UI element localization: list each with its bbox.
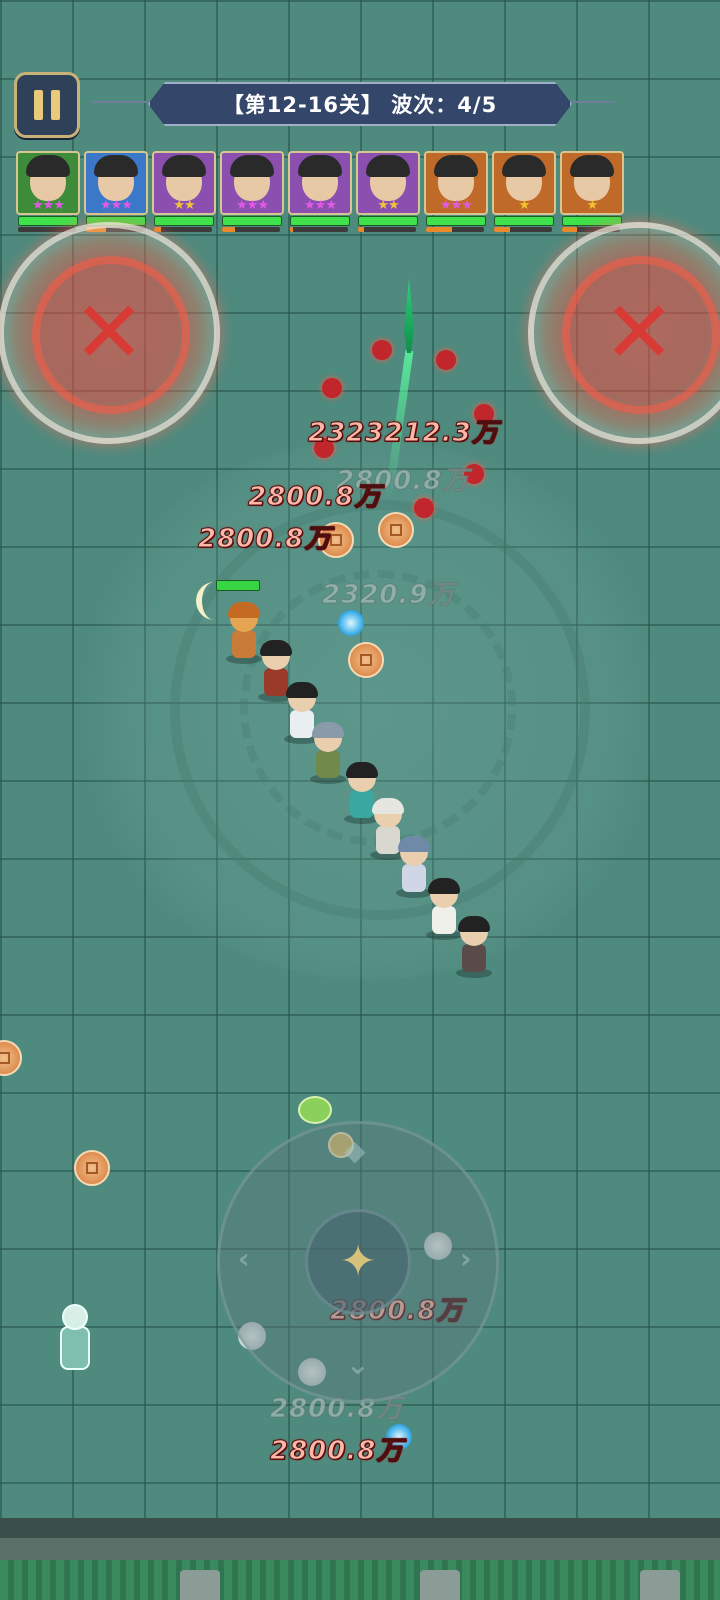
chevron-right-icon: › <box>460 1242 472 1275</box>
pause-icon <box>51 90 60 120</box>
hero-slot: ★ <box>560 151 624 235</box>
hero-energy-fill <box>358 227 364 232</box>
hero-energy-bar <box>426 227 484 232</box>
hero-portrait: ★★★ <box>220 151 284 215</box>
hero-portrait: ★ <box>560 151 624 215</box>
hero-energy-fill <box>290 227 294 232</box>
leader-hp-bar <box>216 580 260 591</box>
copper-coin-icon <box>74 1150 110 1186</box>
banner-ornament-right <box>564 101 614 103</box>
x-mark-icon: ✕ <box>72 283 146 383</box>
hero-hp-bar <box>290 216 350 226</box>
hero-portrait: ★★ <box>152 151 216 215</box>
level-wave-banner: 【第12-16关】 波次：4/5 <box>148 82 572 126</box>
hero-hair <box>298 155 342 177</box>
hero-hair <box>230 155 274 177</box>
hero-hp-bar <box>494 216 554 226</box>
enemy-bomb <box>322 378 342 398</box>
danger-zone: ✕ <box>528 222 720 444</box>
hero-portrait: ★ <box>492 151 556 215</box>
hero-hp-bar <box>18 216 78 226</box>
hero-portrait: ★★ <box>356 151 420 215</box>
hero-slot: ★★★ <box>288 151 352 235</box>
star-rating-icon: ★★ <box>173 198 195 213</box>
hero-slot: ★★★ <box>424 151 488 235</box>
hero-hp-bar <box>426 216 486 226</box>
hero-hair <box>502 155 546 177</box>
danger-zone: ✕ <box>0 222 220 444</box>
hero-hair <box>94 155 138 177</box>
star-rating-icon: ★ <box>586 198 599 213</box>
star-rating-icon: ★★★ <box>32 198 65 213</box>
hero-hair <box>434 155 478 177</box>
hero-energy-fill <box>426 227 453 232</box>
wall-pillar <box>420 1570 460 1600</box>
joystick-knob[interactable]: ✦ <box>305 1209 411 1315</box>
level-wave-label: 【第12-16关】 波次：4/5 <box>222 93 498 117</box>
star-rating-icon: ★★★ <box>236 198 269 213</box>
copper-coin-icon <box>378 512 414 548</box>
x-mark-icon: ✕ <box>602 283 676 383</box>
star-rating-icon: ★ <box>518 198 531 213</box>
damage-number: 2800.8万 <box>197 524 332 555</box>
hero-slot: ★★ <box>356 151 420 235</box>
wall-pillar <box>640 1570 680 1600</box>
chevron-left-icon: ‹ <box>238 1242 250 1275</box>
copper-coin-icon <box>348 642 384 678</box>
hero-hp-bar <box>358 216 418 226</box>
hero-portrait: ★★★ <box>16 151 80 215</box>
pause-icon <box>34 90 43 120</box>
hero-hair <box>26 155 70 177</box>
enemy-bomb <box>372 340 392 360</box>
hero-energy-bar <box>222 227 280 232</box>
star-rating-icon: ★★ <box>377 198 399 213</box>
hero-energy-bar <box>358 227 416 232</box>
floor-emblem <box>70 440 670 980</box>
damage-number: 2320.9万 <box>321 580 456 611</box>
star-rating-icon: ★★★ <box>304 198 337 213</box>
hero-portrait: ★★★ <box>84 151 148 215</box>
four-point-star-icon: ✦ <box>339 1236 377 1287</box>
hero-hp-bar <box>154 216 214 226</box>
hero-portrait: ★★★ <box>424 151 488 215</box>
hero-portrait: ★★★ <box>288 151 352 215</box>
hero-hair <box>366 155 410 177</box>
hero-energy-bar <box>290 227 348 232</box>
damage-number: 2800.8万 <box>269 1436 404 1467</box>
hero-slot: ★★★ <box>220 151 284 235</box>
hero-slot: ★ <box>492 151 556 235</box>
hero-slot: ★★★ <box>16 151 80 235</box>
banner-ornament-left <box>92 101 152 103</box>
hero-hair <box>570 155 614 177</box>
chevron-up-icon: ◆ <box>344 1134 366 1167</box>
hero-energy-fill <box>494 227 511 232</box>
ghost-hero-spirit <box>52 1304 92 1370</box>
hero-energy-fill <box>222 227 235 232</box>
damage-number: 2800.8万 <box>247 482 382 513</box>
hero-chibi <box>452 916 496 978</box>
grass-strip <box>0 1560 720 1600</box>
star-rating-icon: ★★★ <box>440 198 473 213</box>
enemy-bomb <box>436 350 456 370</box>
hero-hp-bar <box>222 216 282 226</box>
wall-pillar <box>180 1570 220 1600</box>
pause-button[interactable] <box>14 72 80 138</box>
hero-hair <box>162 155 206 177</box>
blue-orb-projectile <box>338 610 364 636</box>
damage-number: 2323212.3万 <box>308 418 499 449</box>
star-rating-icon: ★★★ <box>100 198 133 213</box>
gourd-pickup-icon <box>298 1096 332 1124</box>
chevron-down-icon: ⌄ <box>346 1348 370 1381</box>
hero-slot: ★★ <box>152 151 216 235</box>
enemy-bomb <box>414 498 434 518</box>
